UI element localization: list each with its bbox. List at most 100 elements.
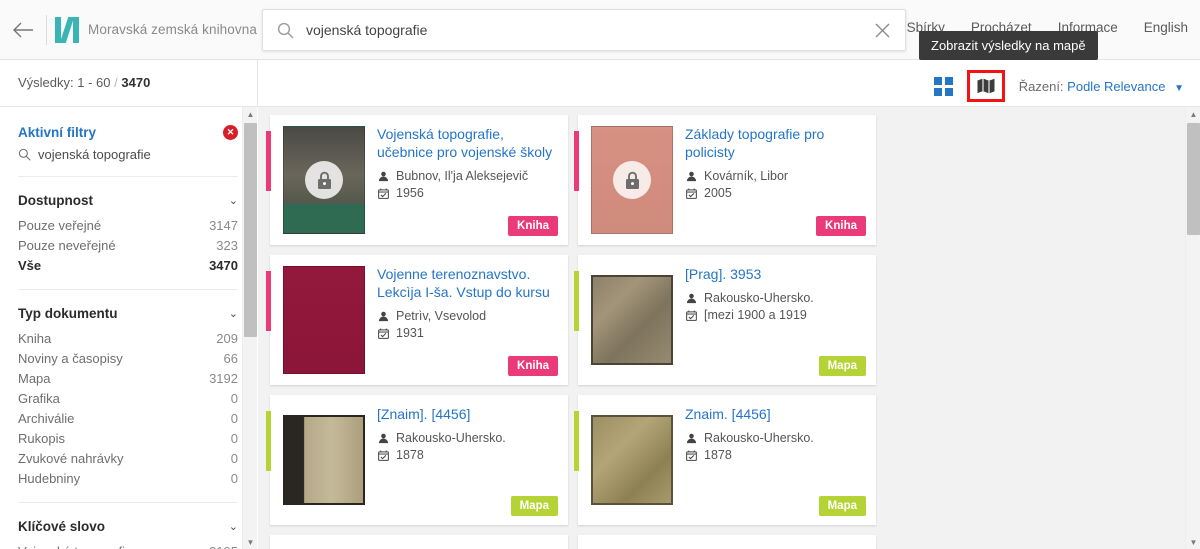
- result-card[interactable]: Znaim. [4456] Rakousko-Uhersko. 1878 Mapa: [574, 395, 876, 525]
- result-author-row: Bubnov, Il'ja Aleksejevič: [377, 169, 556, 183]
- facet-row[interactable]: Pouze neveřejné 323: [18, 235, 238, 255]
- scroll-up-icon[interactable]: ▲: [243, 107, 258, 121]
- card-accent-bar: [574, 411, 579, 471]
- result-thumbnail[interactable]: [591, 415, 673, 505]
- result-thumbnail[interactable]: [591, 126, 673, 234]
- result-year: 1878: [396, 448, 424, 462]
- calendar-icon: [377, 188, 389, 199]
- search-input[interactable]: [306, 22, 864, 38]
- results-scroll-down-icon[interactable]: ▼: [1186, 535, 1200, 549]
- sidebar-scrollbar-thumb[interactable]: [244, 123, 257, 337]
- facet-row[interactable]: Mapa 3192: [18, 368, 238, 388]
- facet-group: Klíčové slovo⌄Vojenská topografie3195Map…: [18, 503, 238, 549]
- facet-header[interactable]: Dostupnost ⌄: [18, 193, 238, 208]
- map-view-icon: [977, 78, 995, 94]
- result-card[interactable]: Vojenne terenoznavstvo. Lekcìja I-ša. Vs…: [266, 255, 568, 385]
- search-icon: [277, 22, 294, 39]
- results-subheader: Výsledky: 1 - 60 / 3470 Řazení: Podle Re…: [0, 60, 1200, 107]
- result-author: Petrìv, Vsevolod: [396, 309, 487, 323]
- result-thumbnail[interactable]: [283, 266, 365, 374]
- facet-row[interactable]: Pouze veřejné 3147: [18, 215, 238, 235]
- result-card[interactable]: Klagenfurt. 32°47°Rakousko-Uhersko.1894M…: [578, 535, 876, 549]
- result-title[interactable]: Znaim. [4456]: [685, 405, 864, 423]
- result-author: Rakousko-Uhersko.: [704, 431, 814, 445]
- result-type-badge[interactable]: Mapa: [510, 496, 558, 516]
- result-type-badge[interactable]: Kniha: [508, 216, 558, 236]
- result-year: 1931: [396, 326, 424, 340]
- result-year-row: 1956: [377, 186, 556, 200]
- chevron-down-icon[interactable]: ⌄: [229, 194, 238, 207]
- facet-row-label: Vše: [18, 257, 42, 273]
- result-type-badge[interactable]: Mapa: [818, 356, 866, 376]
- facet-row[interactable]: Noviny a časopisy 66: [18, 348, 238, 368]
- facet-row[interactable]: Archiválie 0: [18, 408, 238, 428]
- result-type-badge[interactable]: Kniha: [816, 216, 866, 236]
- results-scrollbar[interactable]: ▲ ▼: [1185, 107, 1200, 549]
- sidebar-scrollbar[interactable]: ▲ ▼: [242, 107, 257, 549]
- result-title[interactable]: [Neutitschein]. [4160]: [377, 545, 556, 549]
- result-type-badge[interactable]: Kniha: [508, 356, 558, 376]
- clear-search-icon[interactable]: [864, 22, 891, 39]
- calendar-icon: [685, 450, 697, 461]
- card-body: [Znaim]. [4456] Rakousko-Uhersko. 1878 Mapa: [365, 395, 568, 525]
- results-count: Výsledky: 1 - 60 / 3470: [18, 75, 150, 90]
- calendar-icon: [377, 450, 389, 461]
- nav-item-english[interactable]: English: [1144, 20, 1188, 35]
- result-title[interactable]: [Prag]. 3953: [685, 265, 864, 283]
- result-title[interactable]: Základy topografie pro policisty: [685, 125, 864, 161]
- result-type-badge[interactable]: Mapa: [818, 496, 866, 516]
- facet-row-label: Pouze veřejné: [18, 217, 102, 233]
- result-card[interactable]: [Znaim]. [4456] Rakousko-Uhersko. 1878 Mapa: [266, 395, 568, 525]
- clear-filters-icon[interactable]: ✕: [223, 125, 238, 140]
- result-card[interactable]: [Prag]. 3953 Rakousko-Uhersko. [mezi 1900 …: [574, 255, 876, 385]
- results-scrollbar-thumb[interactable]: [1187, 123, 1200, 235]
- facet-row-count: 0: [230, 410, 238, 426]
- result-title[interactable]: Klagenfurt. 32°47°: [685, 545, 864, 549]
- facet-row[interactable]: Kniha 209: [18, 328, 238, 348]
- result-title[interactable]: Vojenne terenoznavstvo. Lekcìja I-ša. Vs…: [377, 265, 556, 301]
- sort-label: Řazení:: [1018, 78, 1064, 94]
- card-body: Vojenne terenoznavstvo. Lekcìja I-ša. Vs…: [365, 255, 568, 385]
- active-filter-item[interactable]: vojenská topografie: [18, 147, 238, 162]
- chevron-down-icon[interactable]: ⌄: [229, 307, 238, 320]
- results-total: 3470: [121, 75, 151, 90]
- facet-row[interactable]: Rukopis 0: [18, 428, 238, 448]
- grid-view-icon[interactable]: [933, 76, 953, 96]
- facet-header[interactable]: Klíčové slovo ⌄: [18, 519, 238, 534]
- facet-row-label: Rukopis: [18, 430, 65, 446]
- chevron-down-icon[interactable]: ⌄: [229, 520, 238, 533]
- facet-row-label: Kniha: [18, 330, 52, 346]
- result-title[interactable]: Vojenská topografie, učebnice pro vojens…: [377, 125, 556, 161]
- facet-row[interactable]: Grafika 0: [18, 388, 238, 408]
- results-area: Vojenská topografie, učebnice pro vojens…: [258, 107, 1200, 549]
- facet-row[interactable]: Vojenská topografie 3195: [18, 541, 238, 549]
- facet-row[interactable]: Zvukové nahrávky 0: [18, 448, 238, 468]
- facet-row[interactable]: Vše 3470: [18, 255, 238, 275]
- back-button[interactable]: [0, 0, 46, 60]
- result-title[interactable]: [Znaim]. [4456]: [377, 405, 556, 423]
- result-card[interactable]: [Neutitschein]. [4160]Rakousko-Uhersko.[…: [270, 535, 568, 549]
- result-thumbnail[interactable]: [591, 275, 673, 365]
- search-icon: [18, 148, 31, 161]
- results-scroll-up-icon[interactable]: ▲: [1186, 107, 1200, 121]
- result-card[interactable]: Základy topografie pro policisty Kovárník…: [574, 115, 876, 245]
- facet-group: Typ dokumentu ⌄ Kniha 209 Noviny a časopisy 6…: [18, 290, 238, 503]
- facets-sidebar: Aktivní filtry ✕ vojenská topografie Dostup…: [0, 107, 257, 549]
- facet-title: Typ dokumentu: [18, 306, 118, 321]
- search-box[interactable]: [262, 9, 906, 51]
- result-thumbnail[interactable]: [283, 415, 365, 505]
- map-view-button[interactable]: [966, 70, 1005, 102]
- result-author: Bubnov, Il'ja Aleksejevič: [396, 169, 529, 183]
- sort-control[interactable]: Řazení: Podle Relevance ▼: [1019, 79, 1184, 94]
- library-logo-icon[interactable]: [55, 16, 79, 43]
- result-thumbnail[interactable]: [283, 126, 365, 234]
- facet-header[interactable]: Typ dokumentu ⌄: [18, 306, 238, 321]
- result-year-row: 1878: [685, 448, 864, 462]
- facet-row[interactable]: Hudebniny 0: [18, 468, 238, 488]
- card-accent-bar: [574, 131, 579, 191]
- scroll-down-icon[interactable]: ▼: [243, 535, 258, 549]
- result-card[interactable]: Vojenská topografie, učebnice pro vojens…: [266, 115, 568, 245]
- result-author: Rakousko-Uhersko.: [396, 431, 506, 445]
- facet-row-count: 0: [230, 450, 238, 466]
- result-author: Kovárník, Libor: [704, 169, 789, 183]
